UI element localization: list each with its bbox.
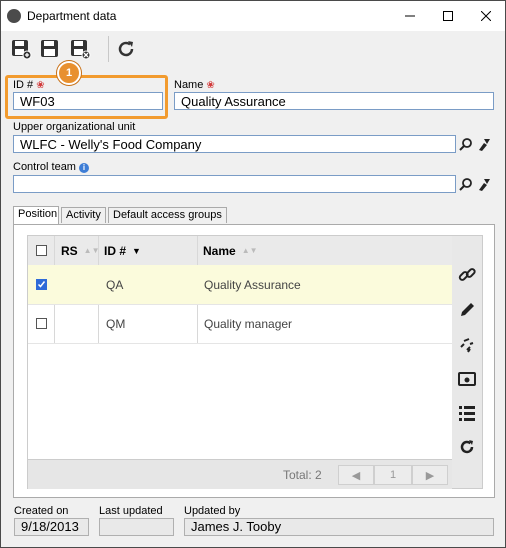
name-label: Name ❀ bbox=[174, 79, 215, 91]
created-on-label: Created on bbox=[14, 505, 69, 517]
column-name[interactable]: Name ▲▼ bbox=[203, 236, 258, 265]
save-button[interactable] bbox=[39, 38, 61, 60]
unlink-icon bbox=[460, 338, 474, 353]
select-all-checkbox[interactable] bbox=[36, 245, 47, 256]
last-updated-field bbox=[99, 518, 174, 536]
save-close-button[interactable] bbox=[69, 38, 91, 60]
upper-unit-clear-button[interactable] bbox=[476, 135, 492, 153]
control-team-clear-button[interactable] bbox=[476, 175, 492, 193]
updated-by-label: Updated by bbox=[184, 505, 241, 517]
id-cell: QM bbox=[106, 316, 126, 331]
column-id[interactable]: ID # ▼ bbox=[104, 236, 141, 265]
control-team-label: Control team i bbox=[13, 161, 90, 173]
tab-default-access-groups[interactable]: Default access groups bbox=[108, 207, 227, 223]
tab-activity[interactable]: Activity bbox=[61, 207, 106, 223]
link-icon bbox=[458, 268, 476, 281]
table-row[interactable]: QA Quality Assurance bbox=[28, 265, 452, 305]
upper-unit-search-button[interactable] bbox=[458, 135, 474, 153]
created-on-field: 9/18/2013 bbox=[14, 518, 89, 536]
list-icon bbox=[459, 406, 475, 421]
close-icon bbox=[481, 11, 491, 21]
window-title: Department data bbox=[27, 9, 117, 23]
maximize-button[interactable] bbox=[429, 1, 467, 31]
id-cell: QA bbox=[106, 277, 124, 292]
save-icon bbox=[41, 40, 58, 57]
updated-by-field: James J. Tooby bbox=[184, 518, 494, 536]
disassociate-button[interactable] bbox=[458, 336, 476, 354]
refresh-button[interactable] bbox=[115, 38, 137, 60]
table-row[interactable]: QM Quality manager bbox=[28, 304, 452, 344]
save-new-icon bbox=[12, 40, 32, 60]
search-icon bbox=[459, 178, 472, 191]
column-rs[interactable]: RS ▲▼ bbox=[61, 236, 100, 265]
info-icon: i bbox=[79, 163, 90, 173]
refresh-icon bbox=[460, 440, 474, 454]
name-field[interactable] bbox=[174, 92, 494, 110]
control-team-field[interactable] bbox=[13, 175, 456, 193]
save-new-button[interactable] bbox=[10, 38, 32, 60]
toolbar-separator bbox=[108, 36, 109, 62]
clear-icon bbox=[479, 179, 490, 191]
upper-unit-field[interactable] bbox=[13, 135, 456, 153]
grid-refresh-button[interactable] bbox=[458, 438, 476, 456]
name-cell: Quality manager bbox=[204, 316, 293, 331]
grid-header: RS ▲▼ ID # ▼ Name ▲▼ bbox=[28, 236, 452, 266]
row-checkbox[interactable] bbox=[36, 279, 47, 290]
maximize-icon bbox=[443, 11, 453, 21]
list-button[interactable] bbox=[458, 404, 476, 422]
next-page-button[interactable]: ▶ bbox=[412, 465, 448, 485]
prev-page-button[interactable]: ◀ bbox=[338, 465, 374, 485]
last-updated-label: Last updated bbox=[99, 505, 163, 517]
step-badge: 1 bbox=[57, 61, 81, 85]
save-close-icon bbox=[71, 40, 91, 60]
name-cell: Quality Assurance bbox=[204, 277, 301, 292]
close-button[interactable] bbox=[467, 1, 505, 31]
position-grid: RS ▲▼ ID # ▼ Name ▲▼ QA Quality Assurance bbox=[27, 235, 453, 489]
grid-side-toolbar bbox=[452, 235, 483, 489]
control-team-search-button[interactable] bbox=[458, 175, 474, 193]
upper-unit-label: Upper organizational unit bbox=[13, 121, 136, 133]
view-icon bbox=[458, 372, 476, 386]
grid-footer: Total: 2 ◀ 1 ▶ bbox=[28, 459, 452, 489]
edit-icon bbox=[461, 303, 474, 316]
position-panel: RS ▲▼ ID # ▼ Name ▲▼ QA Quality Assurance bbox=[13, 224, 495, 498]
edit-button[interactable] bbox=[458, 301, 476, 319]
title-bar: Department data bbox=[1, 1, 505, 31]
associate-button[interactable] bbox=[458, 266, 476, 284]
form-content: ID # ❀ Name ❀ 1 Upper organizational uni… bbox=[1, 61, 505, 547]
id-highlight-box bbox=[5, 75, 168, 119]
page-number: 1 bbox=[374, 465, 412, 485]
minimize-button[interactable] bbox=[391, 1, 429, 31]
total-count: Total: 2 bbox=[283, 468, 322, 482]
view-button[interactable] bbox=[458, 370, 476, 388]
app-icon bbox=[7, 9, 21, 23]
row-checkbox[interactable] bbox=[36, 318, 47, 329]
clear-icon bbox=[479, 139, 490, 151]
tab-position[interactable]: Position bbox=[13, 206, 59, 224]
toolbar bbox=[1, 32, 505, 66]
minimize-icon bbox=[405, 15, 415, 17]
search-icon bbox=[459, 138, 472, 151]
refresh-icon bbox=[118, 41, 134, 57]
department-data-window: Department data ID # ❀ Name ❀ 1 bbox=[0, 0, 506, 548]
